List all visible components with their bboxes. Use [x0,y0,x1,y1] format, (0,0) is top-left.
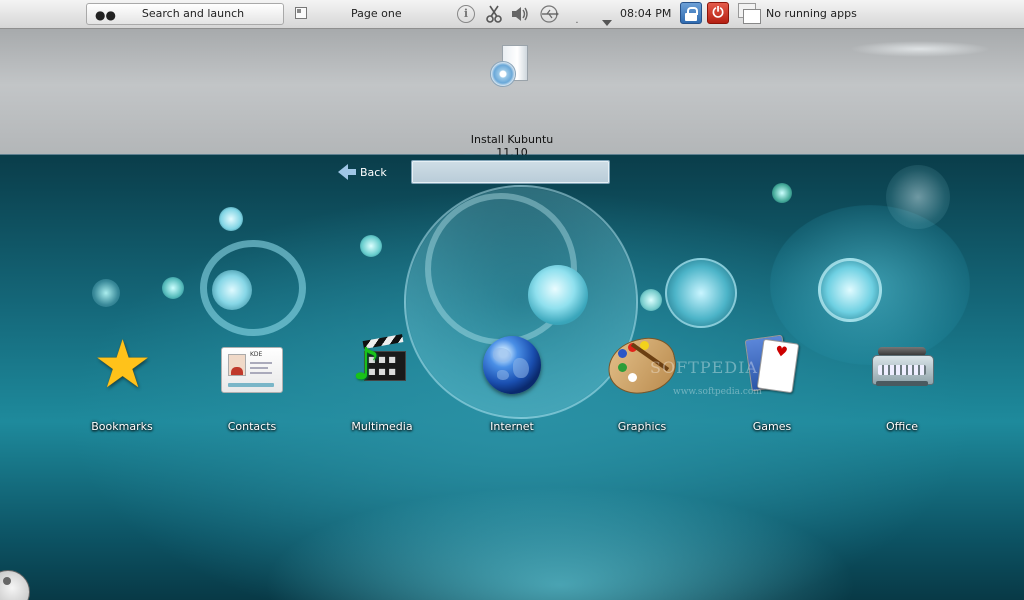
back-label: Back [360,166,387,179]
volume-icon [512,7,528,21]
top-panel: ●● Search and launch Page one i . 08:04 … [0,0,1024,29]
volume-tray-item[interactable] [510,3,530,25]
category-bookmarks[interactable]: ★ Bookmarks [67,326,177,435]
desktop-strip: Install Kubuntu 11.10 [0,29,1024,179]
tray-dot-icon: . [575,14,579,26]
clock[interactable]: 08:04 PM [620,7,671,20]
category-label: Graphics [617,420,667,433]
power-button[interactable]: ⏻ [707,2,729,24]
decorative-ring-left [200,240,306,336]
typewriter-icon [872,335,934,395]
category-internet[interactable]: Internet [457,335,567,435]
decorative-bubble-small [772,183,792,203]
category-label: Games [752,420,792,433]
search-and-launch-button[interactable]: ●● Search and launch [86,3,284,25]
info-icon: i [457,5,475,23]
lock-screen-button[interactable] [680,2,702,24]
info-tray-item[interactable]: i [455,3,477,25]
category-label: Internet [490,420,534,433]
launcher-area: Back ★ Bookmarks KDE Contacts ■ ■ ■ ■ ■ … [0,155,1024,600]
clapperboard-icon: ■ ■ ■ ■ ■ ■ ♪ [352,334,412,395]
category-office[interactable]: Office [847,335,957,435]
category-label: Bookmarks [91,420,153,433]
softpedia-watermark-url: www.softpedia.com [673,387,762,397]
install-label-line1: Install Kubuntu [470,133,554,146]
back-button[interactable]: Back [338,163,398,181]
decorative-orb-center [528,265,588,325]
page-label[interactable]: Page one [351,7,402,20]
clipboard-scissors-icon [486,5,502,23]
installer-disc-icon[interactable] [490,45,534,89]
decorative-bubble-small [219,207,243,231]
decorative-bubble-small [162,277,184,299]
decorative-orb-mid-right [665,258,737,328]
decorative-orb-left [212,270,252,310]
category-label: Multimedia [351,420,413,433]
decorative-bubble-small [886,165,950,229]
pager-icon[interactable] [295,7,307,19]
search-and-launch-label: Search and launch [141,7,245,20]
tasks-label[interactable]: No running apps [766,7,857,20]
notification-arrow-icon[interactable] [602,20,612,26]
category-games[interactable]: ♥ Games [717,334,827,435]
category-contacts[interactable]: KDE Contacts [197,335,307,435]
corner-toolbox-button[interactable] [0,570,30,600]
category-label: Contacts [227,420,277,433]
back-arrow-icon [338,164,356,180]
decorative-bubble-small [92,279,120,307]
usb-icon [540,5,559,23]
softpedia-watermark: SOFTPEDIA [650,358,758,377]
decorative-orb-right [818,258,882,322]
category-label: Office [885,420,919,433]
contact-card-icon: KDE [221,335,283,395]
power-icon: ⏻ [712,5,724,21]
category-multimedia[interactable]: ■ ■ ■ ■ ■ ■ ♪ Multimedia [327,334,437,435]
decorative-bubble-small [360,235,382,257]
decorative-bubble-small [640,289,662,311]
globe-icon [482,335,542,395]
clipboard-tray-item[interactable] [484,3,504,25]
category-graphics[interactable]: Graphics [587,332,697,435]
decorative-ring-inner [425,193,577,345]
usb-tray-item[interactable] [537,3,561,25]
contact-card-name: KDE [250,351,263,358]
windows-icon[interactable] [738,3,761,25]
star-icon: ★ [93,326,153,403]
launcher-search-input[interactable] [411,160,610,184]
